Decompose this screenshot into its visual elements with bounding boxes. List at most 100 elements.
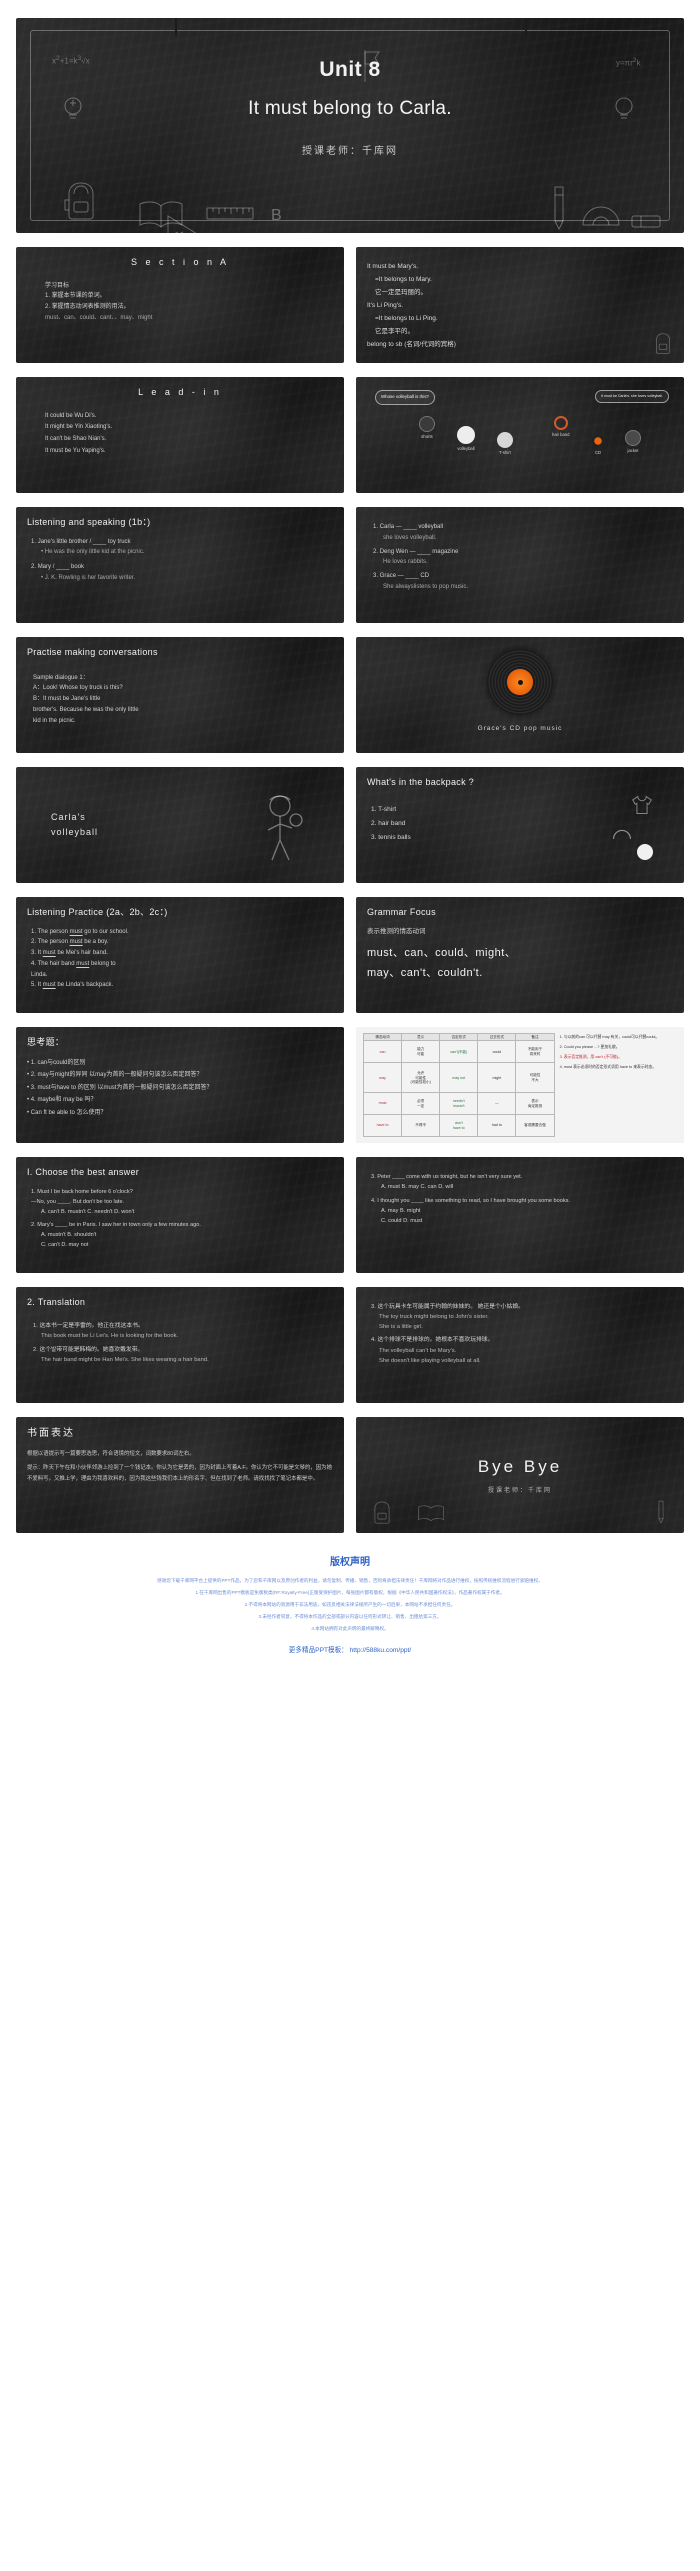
slide-think-questions[interactable]: 思考题： • 1. can与could的区别 • 2. may与might的异同…	[16, 1027, 344, 1143]
lp-item-3: 3. It must be Mei's hair band.	[31, 950, 108, 957]
slide-listening-answers[interactable]: 1. Carla — ____ volleyball she loves vol…	[356, 507, 684, 623]
slide-section-a[interactable]: S e c t i o n A 学习目标 1. 掌握本节课的单词。 2. 掌握情…	[16, 247, 344, 363]
copyright-paragraph-5: 4.本网站拥有对此声明的最终解释权。	[311, 1625, 389, 1631]
table-notes: 1. 与以前的can 可以代替 may 有关，could可以代替could。 2…	[560, 1033, 677, 1137]
slide-carla-volleyball[interactable]: Carla's volleyball	[16, 767, 344, 883]
slide-writing[interactable]: 书面表达 根据以语提示写一篇要思选思，符合语境的短文，词数要求80词左右。 提示…	[16, 1417, 344, 1533]
lp-item-6: 5. It must be Linda's backpack.	[31, 982, 114, 989]
table-note-4: 4. must 表示必须时的否定形式须用 have to 来表示时态。	[559, 1064, 657, 1069]
lp-item-4: 4. The hair band must belong to	[31, 960, 116, 967]
cell-2-1: 必须 一定	[401, 1092, 441, 1116]
cell-0-4: 不能用于 将来时	[515, 1040, 555, 1064]
copyright-link[interactable]: 更多精品PPT模板： http://588ku.com/ppt/	[16, 1644, 684, 1654]
table-note-3: 3. 表示否定推测，用 can't (不可能)。	[559, 1054, 622, 1059]
think-item-4: • 4. maybe和 may be 吗？	[27, 1097, 97, 1104]
lp-item-2: 2. The person must be a boy.	[31, 939, 109, 946]
slide-lead-in[interactable]: L e a d - i n It could be Wu Di's. It mi…	[16, 377, 344, 493]
doodle-eraser-icon	[631, 213, 661, 229]
writing-line-2: 提示：昨天下午在和小伙伴郊游上捡到了一个钱记本。你认为它是丢的，因为封面上写着A…	[27, 1465, 332, 1482]
doodle-backpack-bye	[370, 1499, 394, 1525]
cba-q1: 1. Must I be back home before 6 o'clock?	[31, 1188, 133, 1195]
belong-line-5: =It belongs to Li Ping.	[375, 315, 438, 323]
cell-3-0: have to	[362, 1114, 403, 1137]
title-slide[interactable]: x2+1=k3√x y=πr2k B Unit 8 It must belong…	[16, 18, 684, 233]
slide-grammar-focus[interactable]: Grammar Focus 表示推测的情态动词 must、can、could、m…	[356, 897, 684, 1013]
slide-choose-best-answer[interactable]: I. Choose the best answer 1. Must I be b…	[16, 1157, 344, 1273]
th-4: 备注	[515, 1032, 555, 1042]
cba2-q3-options: A. must B. may C. can D. will	[381, 1184, 454, 1191]
item-hairband: hair band	[552, 416, 569, 438]
tr2-a4b: She doesn't like playing volleyball at a…	[379, 1357, 481, 1364]
grace-cd-caption: Grace's CD pop music	[477, 725, 563, 732]
pc-line-5: kid in the picnic.	[33, 717, 76, 724]
tshirt-icon	[629, 794, 655, 816]
slide-backpack[interactable]: What's in the backpack ? 1. T-shirt 2. h…	[356, 767, 684, 883]
tr-q1: 1. 这本书一定是李雷的。他正在找这本书。	[33, 1322, 144, 1329]
slide-whose-picture[interactable]: Whose volleyball is this? It must be Car…	[356, 377, 684, 493]
doodle-triangle-icon	[166, 213, 206, 233]
slide-bye[interactable]: Bye Bye 授课老师：千库网	[356, 1417, 684, 1533]
slide-belong-to[interactable]: It must be Mary's. =It belongs to Mary. …	[356, 247, 684, 363]
cell-0-3: could	[477, 1040, 517, 1064]
tshirt-icon	[497, 432, 513, 448]
slide-translation[interactable]: 2. Translation 1. 这本书一定是李雷的。他正在找这本书。 Thi…	[16, 1287, 344, 1403]
slide-practise-conversations[interactable]: Practise making conversations Sample dia…	[16, 637, 344, 753]
la-q2: 2. Deng Wen — ____ magazine	[373, 548, 459, 555]
slide-grace-cd[interactable]: Grace's CD pop music	[356, 637, 684, 753]
slide-title: Practise making conversations	[27, 647, 158, 657]
slide-title: Listening Practice (2a、2b、2c：)	[27, 907, 168, 917]
tennis-ball-icon	[637, 844, 653, 860]
goal-1: 1. 掌握本节课的单词。	[45, 293, 106, 300]
slide-title: 书面表达	[27, 1428, 75, 1439]
table-row: can 能力 可能 can't(不能) could 不能用于 将来时	[362, 1040, 555, 1064]
slide-title: S e c t i o n A	[130, 257, 230, 267]
cba-q2-options-a: A. mustn't B. shouldn't	[41, 1231, 97, 1238]
tr2-q4: 4. 这个排球不是排球的。她根本不喜欢玩排球。	[371, 1337, 494, 1344]
slide-title: 2. Translation	[27, 1297, 86, 1307]
lead-line-4: It must be Yu Yaping's.	[45, 447, 106, 454]
cell-2-4: 表示 肯定推测	[515, 1092, 555, 1116]
copyright-title: 版权声明	[330, 1557, 370, 1568]
doodle-pencil-bye	[654, 1499, 668, 1525]
slide-translation-2[interactable]: 3. 这个玩具卡车可能属于约翰的妹妹的。 她还是个小姑娘。 The toy tr…	[356, 1287, 684, 1403]
table-header-row: 情态动词 意义 否定形式 过去形式 备注	[362, 1032, 555, 1042]
vinyl-disc-icon	[487, 649, 553, 715]
slide-title: L e a d - i n	[138, 387, 222, 397]
tr-a2: The hair band might be Han Mei's. She li…	[41, 1356, 209, 1363]
think-item-2: • 2. may与might的异同 以may为首的一般疑问句该怎么否定回答？	[27, 1072, 203, 1079]
tr-a1: This book must be Li Lei's. He is lookin…	[41, 1332, 179, 1339]
hairband-icon	[553, 416, 568, 430]
pc-line-1: Sample dialogue 1：	[33, 674, 89, 681]
ls-q1: 1. Jane's little brother / ____ toy truc…	[31, 538, 131, 545]
slide-listening-speaking[interactable]: Listening and speaking (1b：) 1. Jane's l…	[16, 507, 344, 623]
doodle-protractor-icon	[581, 203, 621, 227]
tr2-a3a: The toy truck might belong to John's sis…	[379, 1314, 489, 1321]
copyright-paragraph-3: 2.不得将本网站的资源用于非法用途，如违反相关法律法规所产生的一切后果，本网站不…	[244, 1601, 456, 1607]
table-note-2: 2. Could you please ...? 更加礼貌。	[559, 1044, 620, 1049]
think-item-5: • Can ft be able to 怎么使用？	[27, 1109, 107, 1116]
lead-line-2: It might be Yin Xiaoting's.	[45, 424, 113, 431]
slide-choose-best-answer-2[interactable]: 3. Peter ____ come with us tonight, but …	[356, 1157, 684, 1273]
slide-modal-table[interactable]: 情态动词 意义 否定形式 过去形式 备注 can 能力 可能 can't(不能)	[356, 1027, 684, 1143]
think-item-3: • 3. must与have to 的区别 以must为首的一般疑问句该怎么否定…	[27, 1084, 213, 1091]
grammar-subtitle: 表示推测的情态动词	[367, 927, 426, 935]
cell-3-2: don't have to	[439, 1114, 479, 1137]
cell-2-2: needn't mustn't	[439, 1092, 479, 1116]
shorts-icon	[419, 416, 435, 432]
tr2-q3: 3. 这个玩具卡车可能属于约翰的妹妹的。 她还是个小姑娘。	[371, 1304, 524, 1310]
doodle-ruler-icon	[206, 203, 254, 223]
cell-0-1: 能力 可能	[401, 1040, 441, 1064]
cba-q1-resp: —No, you ____. But don't be too late.	[31, 1198, 125, 1205]
cell-1-1: 允许 可能性 (可能性较小)	[401, 1062, 441, 1094]
table-row: must 必须 一定 needn't mustn't — 表示 肯定推测	[362, 1092, 555, 1116]
cba2-q3: 3. Peter ____ come with us tonight, but …	[371, 1174, 523, 1180]
cell-1-3: might	[477, 1062, 517, 1094]
vinyl-label	[507, 669, 533, 695]
ls-q2: 2. Mary / ____ book	[31, 564, 85, 571]
item-volleyball: volleyball	[457, 426, 475, 452]
lead-line-1: It could be Wu Di's.	[45, 412, 97, 419]
item-tshirt: T-shirt	[497, 432, 513, 456]
hairband-icon	[611, 824, 633, 842]
slide-listening-practice[interactable]: Listening Practice (2a、2b、2c：) 1. The pe…	[16, 897, 344, 1013]
copyright-section: 版权声明 感谢您下载千库网平台上提供的PPT作品，为了您和千库网以及原创作者的利…	[16, 1553, 684, 1668]
